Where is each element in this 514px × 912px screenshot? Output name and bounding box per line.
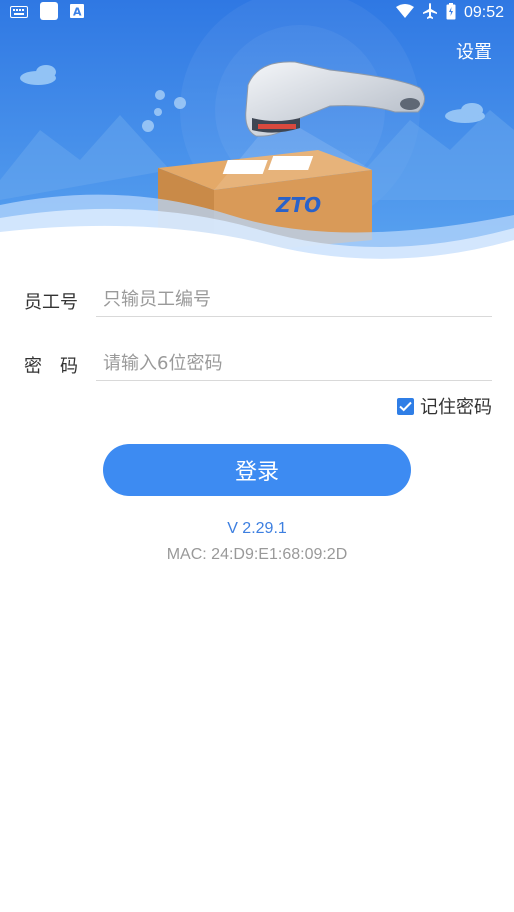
- password-label: 密 码: [24, 356, 78, 377]
- employee-id-field: [96, 282, 492, 317]
- settings-button[interactable]: 设置: [456, 38, 492, 64]
- employee-id-label: 员工号: [24, 292, 78, 313]
- wifi-icon: [395, 4, 414, 22]
- keyboard-icon: [10, 4, 28, 22]
- airplane-icon: [422, 3, 438, 23]
- hero-banner: ZTO: [0, 0, 514, 260]
- svg-text:A: A: [73, 6, 82, 19]
- remember-password-label: 记住密码: [420, 397, 492, 418]
- app-square-icon: [40, 2, 58, 24]
- status-time: 09:52: [463, 4, 504, 21]
- employee-id-input[interactable]: [96, 282, 492, 316]
- password-input[interactable]: [96, 346, 492, 380]
- password-field: [96, 346, 492, 381]
- mac-address: MAC: 24:D9:E1:68:09:2D: [166, 546, 348, 563]
- remember-password-toggle[interactable]: 记住密码: [397, 393, 492, 419]
- status-bar: A 09:52: [0, 0, 514, 26]
- hero-illustration: ZTO: [0, 0, 514, 260]
- check-icon: [399, 401, 412, 411]
- battery-icon: [446, 2, 456, 24]
- login-button[interactable]: 登录: [103, 444, 411, 496]
- box-brand-logo: ZTO: [275, 193, 321, 217]
- translate-a-icon: A: [70, 4, 84, 22]
- app-version: V 2.29.1: [227, 520, 287, 537]
- remember-password-checkbox[interactable]: [397, 397, 414, 415]
